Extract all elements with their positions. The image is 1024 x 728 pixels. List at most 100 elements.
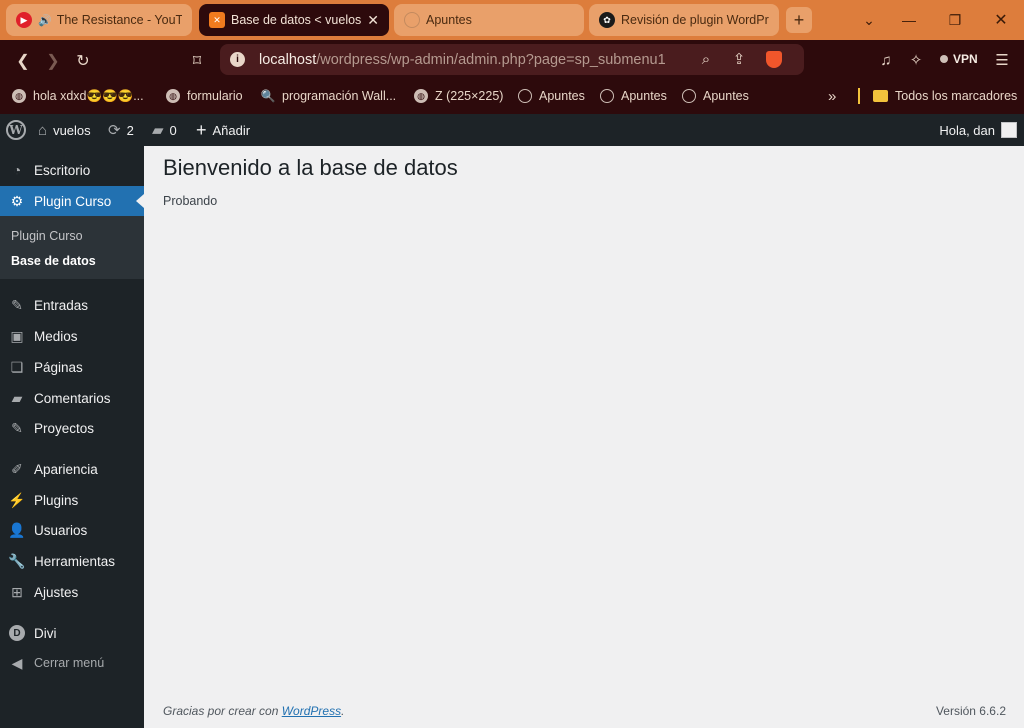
bookmark-item[interactable]: 🔍 programación Wall...: [261, 87, 397, 105]
comments-count: 0: [169, 122, 177, 138]
tab-base-de-datos[interactable]: ✕ Base de datos < vuelos ✕: [199, 4, 389, 36]
add-new-label: Añadir: [212, 122, 251, 138]
sidebar-item-projects[interactable]: ✎ Proyectos: [0, 413, 144, 443]
menu-icon[interactable]: ☰: [992, 50, 1012, 70]
sidebar-item-plugins[interactable]: ⚡ Plugins: [0, 485, 144, 515]
updates-count: 2: [126, 122, 134, 138]
vpn-status-icon: [940, 55, 948, 63]
reload-button[interactable]: ↻: [72, 50, 94, 72]
minimize-button[interactable]: —: [886, 0, 932, 40]
music-icon[interactable]: ♫: [876, 50, 896, 70]
site-name: vuelos: [53, 122, 91, 138]
sidebar-item-users[interactable]: 👤 Usuarios: [0, 515, 144, 545]
folder-icon: [873, 90, 888, 102]
loading-icon: [518, 89, 532, 103]
footer-thanks: Gracias por crear con WordPress.: [163, 704, 344, 718]
updates-link[interactable]: ⟳ 2: [108, 114, 134, 146]
page-text: Probando: [163, 194, 218, 208]
bookmark-item[interactable]: ◍ Z (225×225): [414, 87, 503, 105]
tab-youtube[interactable]: ▶ 🔊 The Resistance - YouTube: [6, 4, 192, 36]
openai-icon: ✿: [599, 12, 615, 28]
sidebar-item-dashboard[interactable]: ◔ Escritorio: [0, 155, 144, 185]
footer-thanks-suffix: .: [341, 704, 345, 718]
audio-playing-icon[interactable]: 🔊: [38, 14, 52, 27]
maximize-button[interactable]: ❐: [932, 0, 978, 40]
bookmark-item[interactable]: ◍ hola xdxd😎😎😎...: [12, 87, 144, 105]
leo-ai-icon[interactable]: ✧: [906, 50, 926, 70]
sidebar-item-label: Apariencia: [34, 461, 98, 477]
sidebar-item-label: Herramientas: [34, 553, 116, 569]
close-window-button[interactable]: ✕: [978, 0, 1024, 40]
tab-revision-plugin[interactable]: ✿ Revisión de plugin WordPress: [589, 4, 779, 36]
wordpress-link[interactable]: WordPress: [282, 704, 341, 718]
sidebar-item-label: Plugin Curso: [34, 193, 112, 209]
bookmark-label: formulario: [187, 89, 243, 103]
tab-title: Apuntes: [426, 13, 472, 27]
sidebar-item-label: Proyectos: [34, 420, 95, 436]
all-bookmarks-folder[interactable]: Todos los marcadores: [873, 87, 1017, 105]
submenu-item-plugin-curso[interactable]: Plugin Curso: [11, 229, 83, 243]
collapse-menu-button[interactable]: ◀ Cerrar menú: [0, 648, 144, 678]
xampp-icon: ✕: [209, 12, 225, 28]
bookmark-label: Apuntes: [621, 89, 667, 103]
sidebar-item-media[interactable]: ▣ Medios: [0, 321, 144, 351]
sidebar-item-plugin-curso[interactable]: ⚙ Plugin Curso: [0, 186, 144, 216]
wordpress-logo-button[interactable]: W: [6, 114, 26, 146]
sidebar-item-pages[interactable]: ❏ Páginas: [0, 352, 144, 382]
loading-icon: [404, 12, 420, 28]
forward-button[interactable]: ❯: [42, 50, 64, 72]
url-path: /wordpress/wp-admin/admin.php?page=sp_su…: [316, 51, 666, 68]
vpn-button[interactable]: VPN: [940, 52, 978, 66]
submenu-item-base-de-datos[interactable]: Base de datos: [11, 254, 96, 268]
bookmark-label: Apuntes: [539, 89, 585, 103]
sidebar-item-label: Comentarios: [34, 390, 111, 406]
bookmark-label: hola xdxd😎😎😎...: [33, 88, 144, 103]
sidebar-item-appearance[interactable]: ✐ Apariencia: [0, 454, 144, 484]
bookmark-label: Apuntes: [703, 89, 749, 103]
address-bar[interactable]: i localhost /wordpress/wp-admin/admin.ph…: [220, 44, 804, 75]
settings-sliders-icon: ⊞: [11, 583, 23, 600]
url-host: localhost: [259, 51, 317, 68]
plus-icon: +: [196, 119, 207, 140]
media-icon: ▣: [10, 327, 24, 344]
vpn-label: VPN: [953, 52, 978, 66]
home-icon: ⌂: [38, 121, 48, 139]
close-tab-icon[interactable]: ✕: [367, 12, 379, 29]
plugin-icon: ⚡: [8, 491, 26, 508]
sidebar-item-posts[interactable]: ✎ Entradas: [0, 290, 144, 320]
sidebar-item-label: Divi: [34, 625, 57, 641]
sidebar-item-settings[interactable]: ⊞ Ajustes: [0, 577, 144, 607]
wordpress-logo-icon: W: [6, 120, 26, 140]
bookmark-page-icon[interactable]: ⌑: [186, 50, 208, 72]
back-button[interactable]: ❮: [12, 50, 34, 72]
sidebar-item-divi[interactable]: D Divi: [0, 618, 144, 648]
bookmark-item[interactable]: Apuntes: [682, 87, 749, 105]
zoom-icon[interactable]: ⌕: [696, 49, 716, 69]
my-account-link[interactable]: Hola, dan: [939, 114, 1017, 146]
sidebar-item-label: Páginas: [34, 359, 83, 375]
bookmark-item[interactable]: Apuntes: [600, 87, 667, 105]
add-new-link[interactable]: + Añadir: [196, 114, 250, 146]
bookmark-item[interactable]: ◍ formulario: [166, 87, 243, 105]
site-info-icon[interactable]: i: [230, 52, 245, 67]
pin-icon: ✎: [11, 419, 23, 436]
bookmark-item[interactable]: Apuntes: [518, 87, 585, 105]
brush-icon: ✐: [11, 460, 23, 477]
bookmark-label: Todos los marcadores: [895, 89, 1018, 103]
footer-thanks-prefix: Gracias por crear con: [163, 704, 282, 718]
dashboard-icon: ◔: [12, 162, 22, 178]
tab-apuntes[interactable]: Apuntes: [394, 4, 584, 36]
avatar: [1001, 122, 1017, 138]
sidebar-item-tools[interactable]: 🔧 Herramientas: [0, 546, 144, 576]
brave-shields-icon[interactable]: [766, 51, 782, 68]
site-name-link[interactable]: ⌂ vuelos: [38, 114, 91, 146]
more-bookmarks-button[interactable]: »: [828, 87, 836, 105]
bookmark-label: Z (225×225): [435, 89, 504, 103]
bookmarks-bar: [0, 80, 1024, 114]
comments-link[interactable]: ▰ 0: [152, 114, 177, 146]
new-tab-button[interactable]: +: [786, 7, 812, 33]
youtube-icon: ▶: [16, 12, 32, 28]
sidebar-item-comments[interactable]: ▰ Comentarios: [0, 383, 144, 413]
share-icon[interactable]: ⇪: [729, 49, 749, 69]
updates-icon: ⟳: [108, 122, 121, 139]
